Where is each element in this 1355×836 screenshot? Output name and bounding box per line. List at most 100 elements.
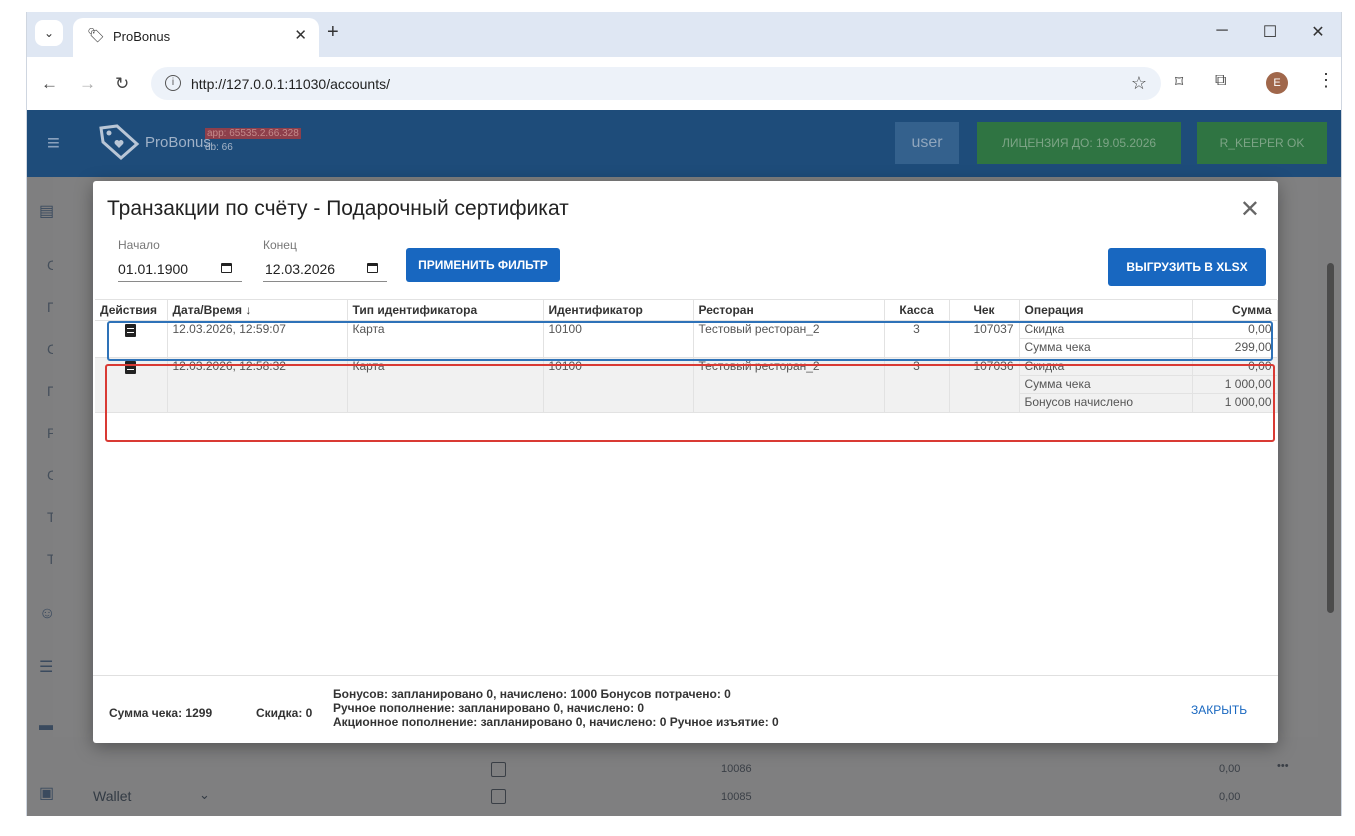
row-check: 107036 (949, 357, 1020, 413)
transactions-dialog: Транзакции по счёту - Подарочный сертифи… (93, 181, 1278, 743)
wallet-icon: ▣ (39, 785, 55, 802)
screen: ⌄ 🏷 ProBonus ✕ + ─ ☐ ✕ ← → ↻ i http://12… (0, 0, 1355, 836)
background-scrollbar-thumb[interactable] (1327, 263, 1334, 613)
col-identifier[interactable]: Идентификатор (543, 300, 694, 321)
browser-tab[interactable]: 🏷 ProBonus ✕ (73, 18, 319, 57)
dialog-footer-divider (93, 675, 1278, 676)
window-close-icon[interactable]: ✕ (1303, 22, 1333, 42)
col-cash[interactable]: Касса (884, 300, 950, 321)
extensions-icon[interactable]: ⧉ (1215, 72, 1226, 90)
col-id-type[interactable]: Тип идентификатора (347, 300, 544, 321)
row-id-type: Карта (347, 320, 544, 358)
table-header: Действия Дата/Время ↓ Тип идентификатора… (95, 300, 1278, 321)
operation-name: Сумма чека (1019, 376, 1191, 394)
dialog-close-icon[interactable]: ✕ (1240, 195, 1260, 224)
footer-discount: Скидка: 0 (256, 706, 313, 720)
row-actions-cell (95, 320, 168, 358)
tab-close-icon[interactable]: ✕ (294, 26, 307, 44)
table-row: 12.03.2026, 12:59:07 Карта 10100 Тестовы… (95, 320, 1278, 358)
user-button[interactable]: user (895, 122, 959, 164)
calendar-icon[interactable] (221, 263, 232, 273)
probonus-logo-icon (97, 122, 141, 162)
operation-sum: 1 000,00 (1192, 376, 1276, 394)
new-tab-icon[interactable]: + (327, 22, 339, 42)
browser-menu-icon[interactable]: ⋮ (1317, 70, 1335, 91)
browser-window: ⌄ 🏷 ProBonus ✕ + ─ ☐ ✕ ← → ↻ i http://12… (26, 12, 1342, 816)
list-icon: ☰ (39, 659, 54, 676)
license-button[interactable]: ЛИЦЕНЗИЯ ДО: 19.05.2026 (977, 122, 1181, 164)
reload-icon[interactable]: ↻ (115, 74, 129, 94)
url-field[interactable]: i http://127.0.0.1:11030/accounts/ ☆ (151, 67, 1161, 100)
footer-bonuses: Бонусов: запланировано 0, начислено: 100… (333, 687, 731, 701)
app-version: app: 65535.2.66.328 (205, 128, 301, 139)
background-row-id: 10085 (721, 791, 752, 803)
col-sum[interactable]: Сумма (1192, 300, 1278, 321)
export-xlsx-button[interactable]: ВЫГРУЗИТЬ В XLSX (1108, 248, 1266, 286)
start-date-underline (118, 281, 242, 282)
row-datetime: 12.03.2026, 12:59:07 (167, 320, 348, 358)
background-checkbox[interactable] (491, 762, 506, 777)
end-date-input[interactable]: 12.03.2026 (265, 261, 335, 277)
row-actions-cell (95, 357, 168, 413)
profile-avatar[interactable]: E (1266, 72, 1288, 94)
row-identifier: 10100 (543, 357, 694, 413)
background-checkbox[interactable] (491, 789, 506, 804)
tag-icon: 🏷 (87, 27, 105, 43)
end-date-underline (263, 281, 387, 282)
maximize-icon[interactable]: ☐ (1255, 22, 1285, 42)
row-operations: Скидка Сумма чека (1019, 320, 1193, 358)
screenshot-icon[interactable]: ⌑ (1175, 72, 1183, 92)
col-operation[interactable]: Операция (1019, 300, 1193, 321)
row-datetime: 12.03.2026, 12:58:32 (167, 357, 348, 413)
col-datetime[interactable]: Дата/Время ↓ (167, 300, 348, 321)
transactions-table: Действия Дата/Время ↓ Тип идентификатора… (95, 299, 1278, 413)
row-check: 107037 (949, 320, 1020, 358)
col-restaurant[interactable]: Ресторан (693, 300, 885, 321)
dialog-title: Транзакции по счёту - Подарочный сертифи… (107, 197, 569, 220)
tab-search-chevron-icon[interactable]: ⌄ (35, 20, 63, 46)
calendar-icon[interactable] (367, 263, 378, 273)
background-row-id: 10086 (721, 763, 752, 775)
footer-manual-topup: Ручное пополнение: запланировано 0, начи… (333, 701, 645, 715)
operation-name: Скидка (1019, 358, 1191, 376)
operation-sum: 1 000,00 (1224, 394, 1272, 409)
close-button[interactable]: ЗАКРЫТЬ (1191, 703, 1247, 717)
row-cash: 3 (884, 357, 950, 413)
site-info-icon[interactable]: i (165, 75, 181, 91)
background-row-sum: 0,00 (1219, 763, 1241, 775)
sidebar-item-wallet[interactable]: Wallet (93, 788, 131, 804)
document-icon[interactable] (125, 360, 137, 374)
app-toolbar: ≡ ProBonus app: 65535.2.66.328 db: 66 us… (27, 110, 1341, 177)
footer-check-sum: Сумма чека: 1299 (109, 706, 213, 720)
operation-sum: 0,00 (1192, 358, 1276, 376)
apply-filter-button[interactable]: ПРИМЕНИТЬ ФИЛЬТР (406, 248, 560, 282)
row-restaurant: Тестовый ресторан_2 (693, 357, 885, 413)
col-check[interactable]: Чек (949, 300, 1020, 321)
footer-promo-topup: Акционное пополнение: запланировано 0, н… (333, 715, 779, 729)
chevron-down-icon[interactable]: ⌄ (199, 787, 210, 803)
row-sums: 0,00 299,00 (1192, 320, 1278, 358)
forward-icon[interactable]: → (79, 74, 96, 94)
bookmark-star-icon[interactable]: ☆ (1131, 73, 1147, 94)
row-id-type: Карта (347, 357, 544, 413)
start-date-label: Начало (118, 238, 160, 252)
hamburger-icon[interactable]: ≡ (47, 130, 60, 156)
operation-name: Сумма чека (1024, 339, 1091, 354)
operation-name: Скидка (1019, 321, 1191, 339)
address-bar: ← → ↻ i http://127.0.0.1:11030/accounts/… (27, 57, 1341, 110)
end-date-label: Конец (263, 238, 297, 252)
start-date-input[interactable]: 01.01.1900 (118, 261, 188, 277)
document-icon[interactable] (125, 323, 137, 337)
row-cash: 3 (884, 320, 950, 358)
db-version: db: 66 (205, 142, 233, 153)
row-menu-icon[interactable]: ••• (1277, 760, 1289, 772)
row-sums: 0,00 1 000,00 1 000,00 (1192, 357, 1278, 413)
rkeeper-status-button[interactable]: R_KEEPER OK (1197, 122, 1327, 164)
row-restaurant: Тестовый ресторан_2 (693, 320, 885, 358)
url-text: http://127.0.0.1:11030/accounts/ (191, 76, 391, 92)
row-operations: Скидка Сумма чека Бонусов начислено (1019, 357, 1193, 413)
minimize-icon[interactable]: ─ (1207, 22, 1237, 40)
clipboard-icon: ▤ (39, 203, 55, 220)
back-icon[interactable]: ← (41, 74, 58, 94)
col-actions: Действия (95, 300, 168, 321)
